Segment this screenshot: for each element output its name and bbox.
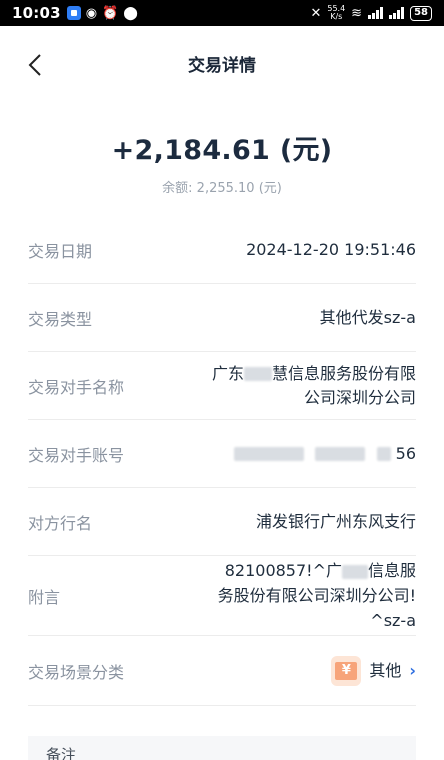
detail-row-counterparty-name: 交易对手名称 广东 慧信息服务股份有限 公司深圳分公司 [28,352,416,420]
signal-icon-2 [389,7,405,19]
eye-icon: ◉ [85,5,98,21]
status-time: 10:03 [12,4,61,22]
alarm-off-icon: ⏰ [102,5,119,21]
redacted-mark [315,447,366,461]
remark-section[interactable]: 备注 [28,736,416,760]
detail-row-bank: 对方行名 浦发银行广州东风支行 [28,488,416,556]
yen-bag-icon: ¥ [331,655,362,686]
balance-text: 余额: 2,255.10 (元) [162,181,282,196]
redacted-mark [341,564,368,579]
detail-row-type: 交易类型 其他代发sz-a [28,284,416,352]
scene-label: 交易场景分类 [28,662,125,682]
page-title: 交易详情 [188,55,256,76]
counterparty-name-value: 广东 慧信息服务股份有限 公司深圳分公司 [211,363,416,407]
detail-row-counterparty-account: 交易对手账号 56 [28,420,416,488]
location-icon: ⬤ [123,5,138,21]
battery-icon: 58 [410,5,432,21]
memo-value: 82100857!^广 信息服 务股份有限公司深圳分公司! ^sz-a [217,561,416,630]
status-left-icons: ◉ ⏰ ⬤ [66,5,138,21]
detail-row-memo: 附言 82100857!^广 信息服 务股份有限公司深圳分公司! ^sz-a [28,556,416,636]
chevron-left-icon [28,54,41,76]
redacted-mark [243,367,272,381]
counterparty-account-value: 56 [234,442,416,466]
redacted-mark [376,447,391,461]
bank-value: 浦发银行广州东风支行 [255,511,416,531]
memo-label: 附言 [28,587,61,607]
date-value: 2024-12-20 19:51:46 [246,239,416,259]
status-right-icons: ✕ 55.4 K/s ≋ 58 [310,5,432,21]
status-bar: 10:03 ◉ ⏰ ⬤ ✕ 55.4 K/s ≋ 58 [0,0,444,26]
redacted-mark [234,447,305,461]
wifi-icon: ≋ [351,5,363,21]
counterparty-account-label: 交易对手账号 [28,445,125,465]
type-value: 其他代发sz-a [319,307,416,327]
detail-list: 交易日期 2024-12-20 19:51:46 交易类型 其他代发sz-a 交… [28,216,416,706]
bank-label: 对方行名 [28,513,93,533]
amount-block: +2,184.61 (元) 余额: 2,255.10 (元) [0,128,444,196]
transaction-amount: +2,184.61 (元) [111,135,333,166]
scene-category-selector[interactable]: ¥ 其他 › [331,655,416,686]
signal-icon [368,7,384,19]
net-speed: 55.4 K/s [327,4,346,21]
remark-label: 备注 [46,746,77,760]
app-notification-icon [66,6,81,20]
back-button[interactable] [18,50,52,80]
scene-value: 其他 [369,660,402,680]
nav-bar: 交易详情 [0,26,444,100]
type-label: 交易类型 [28,309,93,329]
detail-row-date: 交易日期 2024-12-20 19:51:46 [28,216,416,284]
date-label: 交易日期 [28,241,93,261]
chevron-right-icon: › [409,661,416,680]
detail-row-scene: 交易场景分类 ¥ 其他 › [28,636,416,706]
counterparty-name-label: 交易对手名称 [28,377,125,397]
mute-icon: ✕ [310,5,322,21]
